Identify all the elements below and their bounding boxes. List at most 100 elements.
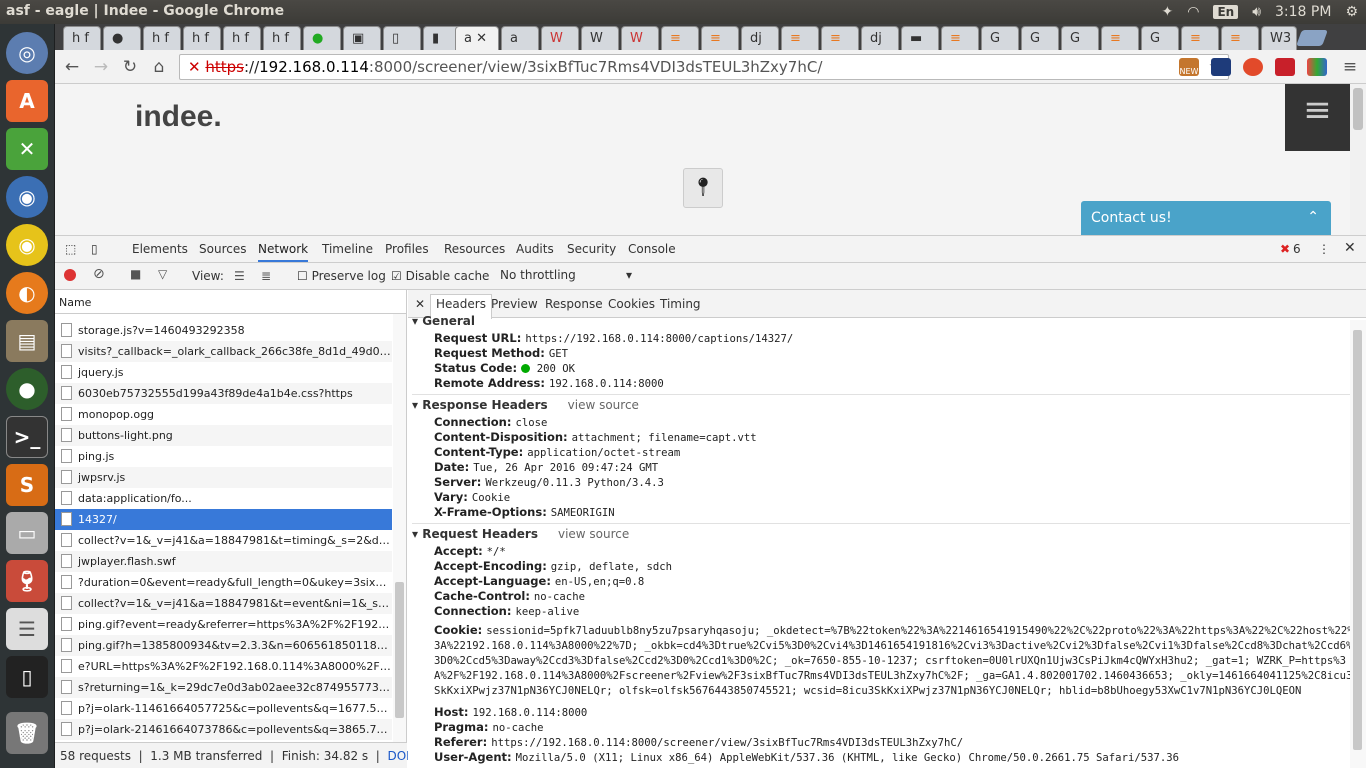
- extension-icon[interactable]: [1211, 58, 1231, 76]
- extension-icon[interactable]: [1307, 58, 1327, 76]
- chevron-up-icon[interactable]: ⌃: [1307, 209, 1319, 225]
- more-options-icon[interactable]: ⋮: [1318, 242, 1330, 256]
- browser-tab[interactable]: ▬: [901, 26, 939, 50]
- filter-icon[interactable]: ▽: [158, 267, 167, 281]
- browser-tab[interactable]: ●: [103, 26, 141, 50]
- preserve-log-checkbox[interactable]: ☐ Preserve log: [297, 269, 386, 283]
- close-detail-icon[interactable]: ✕: [415, 297, 425, 311]
- request-row[interactable]: jwpsrv.js: [55, 467, 392, 488]
- device-mode-icon[interactable]: ▯: [91, 242, 98, 256]
- keyboard-language[interactable]: En: [1213, 5, 1239, 19]
- request-row[interactable]: p?j=olark-21461664073786&c=pollevents&q=…: [55, 719, 392, 740]
- browser-tab[interactable]: W3: [1261, 26, 1297, 50]
- request-headers-section-header[interactable]: ▾ Request Headers view source: [412, 527, 629, 541]
- view-source-link[interactable]: view source: [558, 527, 629, 541]
- error-count[interactable]: 6: [1293, 242, 1301, 256]
- request-row[interactable]: 14327/: [55, 509, 392, 530]
- tab-audits[interactable]: Audits: [516, 242, 554, 256]
- browser-tab[interactable]: G: [1061, 26, 1099, 50]
- browser-tab[interactable]: ≡: [701, 26, 739, 50]
- phone-icon[interactable]: ▯: [6, 656, 48, 698]
- tab-resources[interactable]: Resources: [444, 242, 505, 256]
- clear-icon[interactable]: ⊘: [93, 266, 105, 282]
- request-list-scrollbar[interactable]: [393, 314, 406, 742]
- contact-us-widget[interactable]: Contact us! ⌃: [1081, 201, 1331, 235]
- request-row[interactable]: 6030eb75732555d199a43f89de4a1b4e.css?htt…: [55, 383, 392, 404]
- request-row[interactable]: ?duration=0&event=ready&full_length=0&uk…: [55, 572, 392, 593]
- settings-gear-icon[interactable]: ⚙: [1345, 4, 1358, 20]
- request-row[interactable]: visits?_callback=_olark_callback_266c38f…: [55, 341, 392, 362]
- request-row[interactable]: jwplayer.flash.swf: [55, 551, 392, 572]
- firefox-icon[interactable]: ◐: [6, 272, 48, 314]
- wifi-icon[interactable]: ◠: [1187, 4, 1199, 20]
- shotwell-icon[interactable]: ●: [6, 368, 48, 410]
- request-row[interactable]: data:application/fo...: [55, 488, 392, 509]
- browser-tab[interactable]: h f: [143, 26, 181, 50]
- browser-tab[interactable]: ≡: [1181, 26, 1219, 50]
- extension-new-icon[interactable]: NEW: [1179, 58, 1199, 76]
- wine-icon[interactable]: 🍷︎: [6, 560, 48, 602]
- browser-tab[interactable]: W: [541, 26, 579, 50]
- back-arrow-icon[interactable]: ←: [61, 57, 83, 77]
- browser-tab[interactable]: ▯: [383, 26, 421, 50]
- xmind-icon[interactable]: ✕: [6, 128, 48, 170]
- browser-tab[interactable]: G: [981, 26, 1019, 50]
- list-view-icon[interactable]: ☰: [234, 269, 245, 283]
- reload-icon[interactable]: ↻: [119, 57, 141, 77]
- browser-tab[interactable]: dj: [861, 26, 899, 50]
- page-scrollbar[interactable]: [1350, 84, 1366, 235]
- dropbox-icon[interactable]: ✦: [1161, 4, 1173, 20]
- request-row[interactable]: buttons-light.png: [55, 425, 392, 446]
- forward-arrow-icon[interactable]: →: [90, 57, 112, 77]
- browser-tab[interactable]: W: [621, 26, 659, 50]
- new-tab-button[interactable]: [1296, 30, 1328, 46]
- extension-icon[interactable]: [1243, 58, 1263, 76]
- clock[interactable]: 3:18 PM: [1275, 4, 1331, 20]
- request-row[interactable]: collect?v=1&_v=j41&a=18847981&t=timing&_…: [55, 530, 392, 551]
- home-icon[interactable]: ⌂: [148, 57, 170, 77]
- chrome-icon[interactable]: ◉: [6, 224, 48, 266]
- browser-tab[interactable]: h f: [223, 26, 261, 50]
- close-devtools-icon[interactable]: ✕: [1344, 240, 1356, 256]
- sublime-text-icon[interactable]: S: [6, 464, 48, 506]
- request-row[interactable]: s?returning=1&_k=29dc7e0d3ab02aee32c8749…: [55, 677, 392, 698]
- request-row[interactable]: monopop.ogg: [55, 404, 392, 425]
- request-row[interactable]: ping.js: [55, 446, 392, 467]
- browser-tab[interactable]: G: [1141, 26, 1179, 50]
- browser-tab[interactable]: a: [501, 26, 539, 50]
- browser-tab[interactable]: ≡: [1101, 26, 1139, 50]
- browser-tab[interactable]: ≡: [781, 26, 819, 50]
- request-row[interactable]: ping.gif?event=ready&referrer=https%3A%2…: [55, 614, 392, 635]
- browser-tab[interactable]: h f: [63, 26, 101, 50]
- extension-icon[interactable]: [1275, 58, 1295, 76]
- browser-tab[interactable]: ▣: [343, 26, 381, 50]
- browser-tab[interactable]: h f: [263, 26, 301, 50]
- disable-cache-checkbox[interactable]: ☑ Disable cache: [391, 269, 489, 283]
- request-row[interactable]: ping.gif?h=1385800934&tv=2.3.3&n=6065618…: [55, 635, 392, 656]
- tab-security[interactable]: Security: [567, 242, 616, 256]
- tab-cookies[interactable]: Cookies: [608, 297, 655, 311]
- detail-scrollbar[interactable]: [1350, 320, 1366, 768]
- tab-sources[interactable]: Sources: [199, 242, 246, 256]
- tab-timing[interactable]: Timing: [660, 297, 701, 311]
- capture-screenshots-icon[interactable]: ■: [130, 267, 141, 281]
- site-logo[interactable]: indee.: [135, 100, 222, 134]
- trash-icon[interactable]: 🗑︎: [6, 712, 48, 754]
- request-row[interactable]: storage.js?v=1460493292358: [55, 320, 392, 341]
- request-row[interactable]: collect?v=1&_v=j41&a=18847981&t=event&ni…: [55, 593, 392, 614]
- notes-icon[interactable]: ☰: [6, 608, 48, 650]
- software-center-icon[interactable]: A: [6, 80, 48, 122]
- pin-button[interactable]: 📍︎: [683, 168, 723, 208]
- browser-tab[interactable]: G: [1021, 26, 1059, 50]
- view-source-link[interactable]: view source: [568, 398, 639, 412]
- hamburger-menu-icon[interactable]: ≡: [1285, 84, 1350, 151]
- tab-response[interactable]: Response: [545, 297, 603, 311]
- tab-console[interactable]: Console: [628, 242, 676, 256]
- record-icon[interactable]: [64, 269, 76, 281]
- browser-tab[interactable]: ≡: [1221, 26, 1259, 50]
- address-bar[interactable]: ✕ https://192.168.0.114:8000/screener/vi…: [179, 54, 1229, 80]
- chromium-icon[interactable]: ◉: [6, 176, 48, 218]
- dash-icon[interactable]: ◎: [6, 32, 48, 74]
- terminal-icon[interactable]: >_: [6, 416, 48, 458]
- drive-icon[interactable]: ▭: [6, 512, 48, 554]
